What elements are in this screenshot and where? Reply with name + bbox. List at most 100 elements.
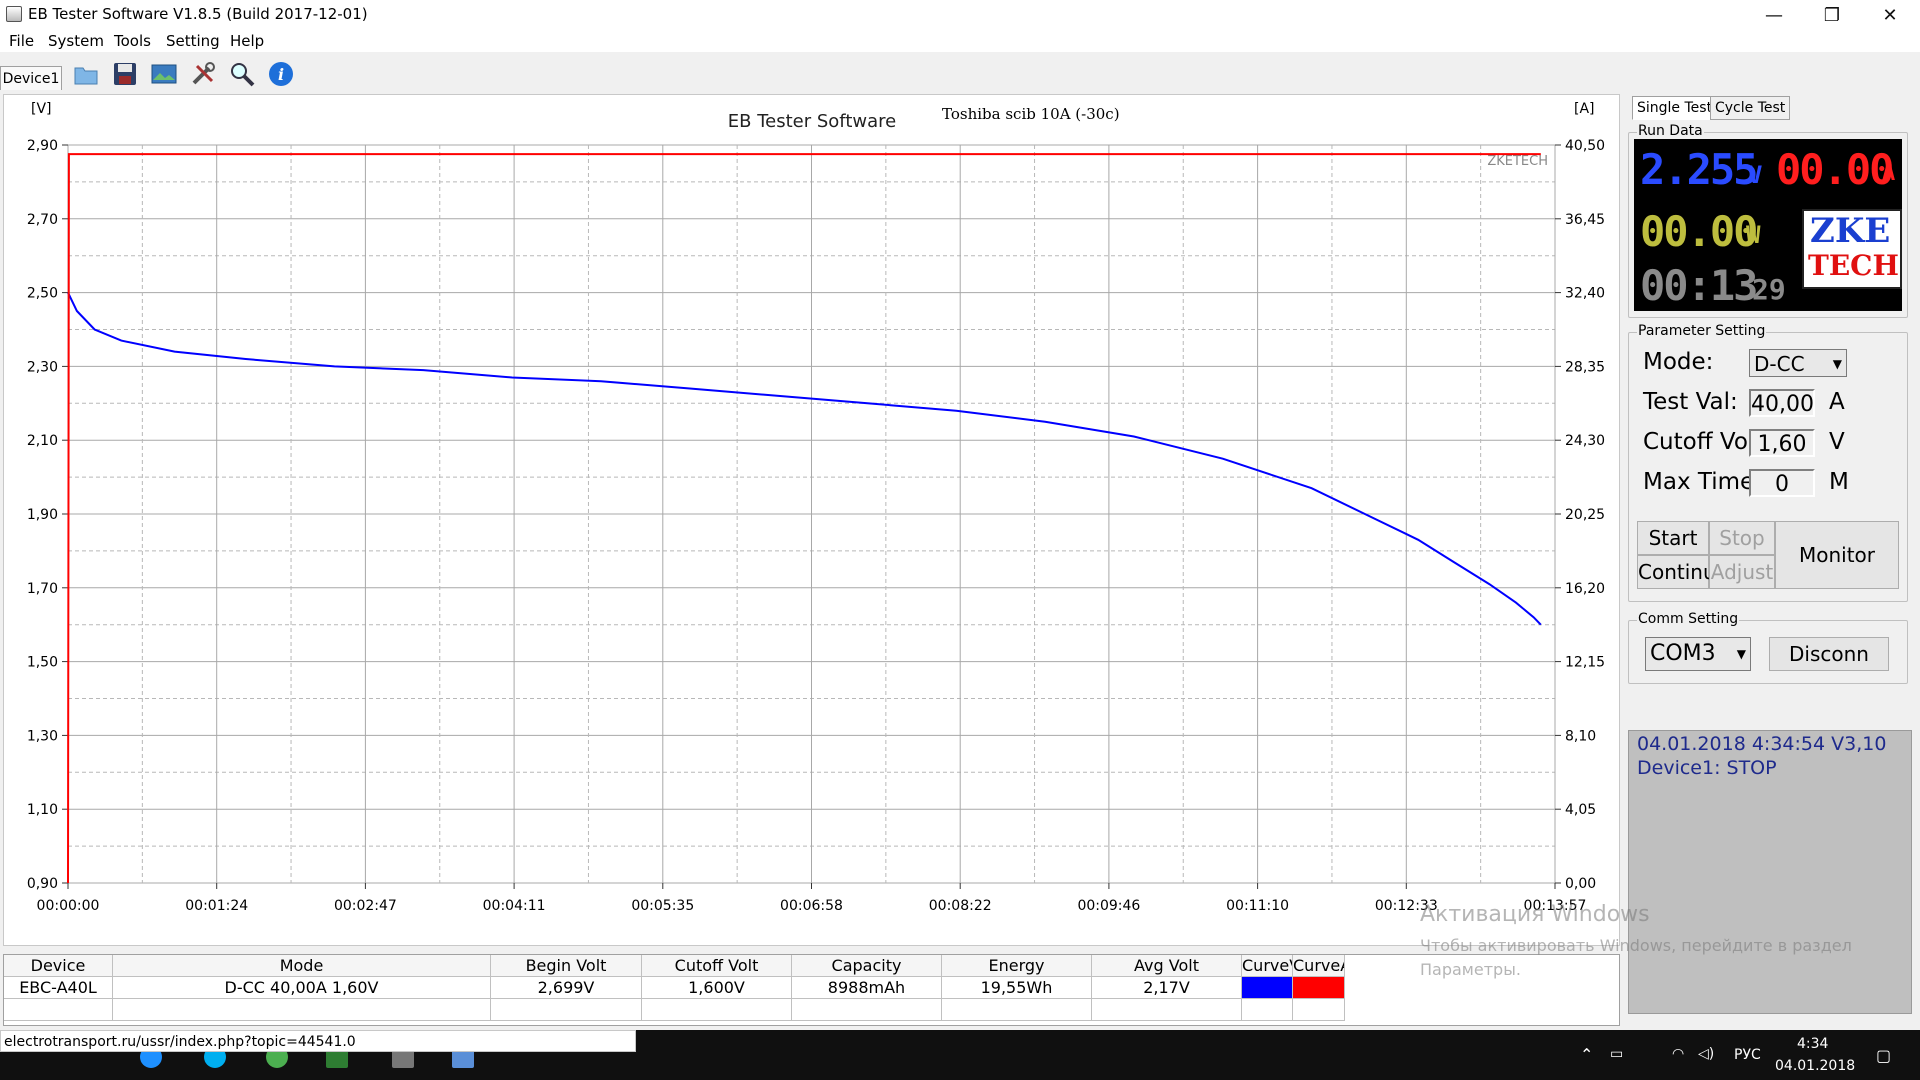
left-tick-label: 1,30 [27, 728, 58, 744]
language-indicator[interactable]: РУС [1734, 1047, 1761, 1063]
column-header[interactable]: Energy [942, 955, 1092, 977]
column-header[interactable]: Avg Volt [1092, 955, 1242, 977]
chart-title: EB Tester Software [728, 111, 896, 132]
right-panel: Single Test Cycle Test Run Data 2.255 V … [1624, 94, 1915, 1014]
curve-color-swatch [1242, 977, 1293, 999]
url-status-bar: electrotransport.ru/ussr/index.php?topic… [0, 1030, 636, 1052]
right-tick-label: 16,20 [1565, 581, 1605, 597]
zoom-icon[interactable] [228, 60, 256, 88]
x-tick-label: 00:09:46 [1077, 898, 1140, 914]
right-tick-label: 4,05 [1565, 802, 1596, 818]
notification-icon[interactable]: ▢ [1876, 1046, 1891, 1065]
adjust-button[interactable]: Adjust [1709, 555, 1775, 589]
test-val-unit: A [1829, 389, 1845, 415]
column-header[interactable]: Begin Volt [491, 955, 642, 977]
x-tick-label: 00:01:24 [185, 898, 248, 914]
zketech-logo: ZKE TECH [1802, 209, 1902, 289]
com-port-select[interactable]: COM3 ▼ [1645, 637, 1751, 671]
start-button[interactable]: Start [1637, 521, 1709, 555]
right-tick-label: 20,25 [1565, 507, 1605, 523]
column-header[interactable]: Device [4, 955, 113, 977]
table-cell-empty [113, 999, 491, 1021]
menu-bar: File System Tools Setting Help [0, 30, 1920, 52]
voltage-unit: V [1748, 161, 1763, 189]
minimize-button[interactable]: — [1751, 0, 1797, 30]
monitor-button[interactable]: Monitor [1775, 521, 1899, 589]
menu-setting[interactable]: Setting [166, 32, 220, 50]
parameter-setting-group: Parameter Setting Mode: D-CC ▼ Test Val:… [1628, 323, 1908, 602]
left-tick-label: 2,10 [27, 433, 58, 449]
activation-watermark-text: Чтобы активировать Windows, перейдите в … [1420, 936, 1852, 955]
right-tick-label: 36,45 [1565, 212, 1605, 228]
chart-grid [67, 144, 1556, 884]
x-tick-label: 00:00:00 [37, 898, 100, 914]
right-tick-label: 32,40 [1565, 286, 1605, 302]
voltage-current-chart: [V] [A] EB Tester Software Toshiba scib … [27, 101, 1605, 914]
activation-watermark-text-2: Параметры. [1420, 960, 1521, 979]
column-header[interactable]: Cutoff Volt [642, 955, 792, 977]
test-val-input[interactable]: 40,00 [1749, 389, 1815, 417]
column-header[interactable]: Capacity [792, 955, 942, 977]
clock-date[interactable]: 04.01.2018 [1775, 1058, 1855, 1074]
continue-button[interactable]: Continue [1637, 555, 1728, 589]
maxtime-input[interactable]: 0 [1749, 469, 1815, 497]
activation-watermark-title: Активация Windows [1420, 902, 1650, 927]
column-header[interactable]: CurveA [1293, 955, 1345, 977]
right-axis-unit: [A] [1574, 101, 1595, 117]
image-icon[interactable] [150, 60, 178, 88]
left-tick-label: 1,10 [27, 802, 58, 818]
left-tick-label: 1,90 [27, 507, 58, 523]
stop-button[interactable]: Stop [1709, 521, 1775, 555]
battery-icon[interactable]: ▭ [1610, 1046, 1623, 1062]
menu-system[interactable]: System [48, 32, 104, 50]
menu-help[interactable]: Help [230, 32, 264, 50]
mode-label: Mode: [1643, 349, 1714, 375]
power-readout: 00.00 [1640, 207, 1758, 256]
tab-cycle-test[interactable]: Cycle Test [1710, 96, 1791, 120]
logo-line1: ZKE [1810, 211, 1891, 251]
cutoff-input[interactable]: 1,60 [1749, 429, 1815, 457]
menu-tools[interactable]: Tools [114, 32, 151, 50]
table-cell: 19,55Wh [942, 977, 1092, 999]
table-cell-empty [792, 999, 942, 1021]
restore-button[interactable]: ❐ [1809, 0, 1855, 30]
chevron-down-icon: ▼ [1736, 647, 1746, 661]
status-panel: 04.01.2018 4:34:54 V3,10 Device1: STOP [1628, 730, 1912, 1014]
tab-single-test[interactable]: Single Test [1632, 96, 1718, 120]
save-icon[interactable] [111, 60, 139, 88]
left-tick-label: 2,70 [27, 212, 58, 228]
info-icon[interactable]: i [267, 60, 295, 88]
results-table: Device Mode Begin Volt Cutoff Volt Capacity E… [3, 954, 1620, 1026]
tray-chevron-up-icon[interactable]: ⌃ [1580, 1045, 1593, 1064]
volume-icon[interactable]: ◁) [1698, 1046, 1714, 1062]
tools-icon[interactable] [189, 60, 217, 88]
column-header[interactable]: CurveV [1242, 955, 1293, 977]
right-tick-label: 28,35 [1565, 359, 1605, 375]
column-header[interactable]: Mode [113, 955, 491, 977]
cutoff-unit: V [1829, 429, 1845, 455]
left-tick-label: 2,50 [27, 286, 58, 302]
left-axis-unit: [V] [31, 101, 52, 117]
device-tab[interactable]: Device1 [0, 66, 62, 90]
time-seconds: 29 [1752, 273, 1786, 306]
left-tick-label: 0,90 [27, 876, 58, 892]
table-cell-empty [491, 999, 642, 1021]
table-cell: D-CC 40,00A 1,60V [113, 977, 491, 999]
close-button[interactable]: ✕ [1867, 0, 1913, 30]
table-cell: 1,600V [642, 977, 792, 999]
left-tick-label: 2,90 [27, 138, 58, 154]
curve-color-swatch [1293, 977, 1345, 999]
network-icon[interactable]: ◠ [1672, 1046, 1684, 1062]
run-data-title: Run Data [1637, 123, 1704, 139]
mode-select[interactable]: D-CC ▼ [1749, 349, 1847, 377]
disconnect-button[interactable]: Disconn [1769, 637, 1889, 671]
right-tick-label: 8,10 [1565, 728, 1596, 744]
folder-icon[interactable] [72, 60, 100, 88]
comm-setting-group: Comm Setting COM3 ▼ Disconn [1628, 611, 1908, 684]
clock-time[interactable]: 4:34 [1797, 1036, 1828, 1052]
maxtime-label: Max Time: [1643, 469, 1762, 495]
table-cell-empty [1092, 999, 1242, 1021]
table-cell-empty [1242, 999, 1293, 1021]
menu-file[interactable]: File [9, 32, 34, 50]
chevron-down-icon: ▼ [1832, 357, 1842, 371]
